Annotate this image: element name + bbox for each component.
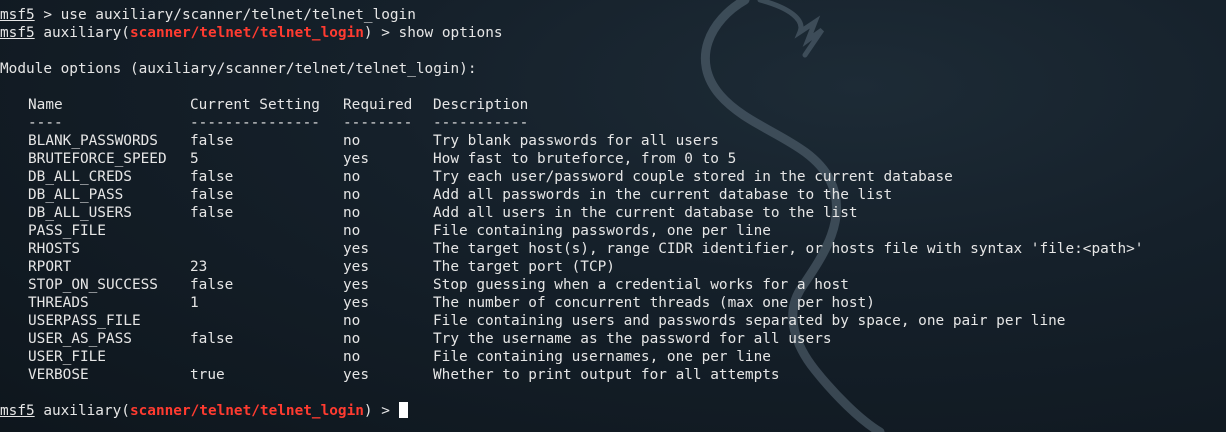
option-name: PASS_FILE [28,223,106,239]
table-row: USERPASS_FILE no File containing users and… [0,312,1226,330]
option-setting: false [190,205,234,221]
table-row: USER_FILE no File containing usernames, on… [0,348,1226,366]
table-row: VERBOSE true yes Whether to print output fo… [0,366,1226,384]
option-description: Whether to print output for all attempts [433,367,780,383]
table-header: Name Current Setting Required Descriptio… [0,96,1226,114]
option-description: Add all passwords in the current databas… [433,187,893,203]
option-setting: false [190,277,234,293]
option-required: yes [343,241,369,257]
option-setting: 5 [190,151,199,167]
option-required: yes [343,259,369,275]
command-input-line[interactable]: msf5 auxiliary(scanner/telnet/telnet_log… [0,402,1226,420]
table-row: THREADS 1 yes The number of concurrent thre… [0,294,1226,312]
option-description: The number of concurrent threads (max on… [433,295,875,311]
option-name: BLANK_PASSWORDS [28,133,158,149]
option-setting: 23 [190,259,208,275]
option-name: DB_ALL_CREDS [28,169,132,185]
option-name: USER_FILE [28,349,106,365]
option-name: BRUTEFORCE_SPEED [28,151,167,167]
msf-prompt: msf5 [0,7,35,23]
option-required: no [343,313,361,329]
text-cursor[interactable] [398,402,408,418]
option-name: DB_ALL_USERS [28,205,132,221]
option-required: no [343,187,361,203]
option-name: RPORT [28,259,72,275]
header-required: Required [343,97,413,113]
option-setting: false [190,133,234,149]
option-description: Try the username as the password for all… [433,331,832,347]
use-command-line: msf5 > use auxiliary/scanner/telnet/teln… [0,6,1226,24]
table-row: USER_AS_PASS false no Try the username as t… [0,330,1226,348]
option-required: yes [343,295,369,311]
option-name: USERPASS_FILE [28,313,141,329]
option-required: no [343,169,361,185]
table-row: DB_ALL_CREDS false no Try each user/passwor… [0,168,1226,186]
option-required: no [343,223,361,239]
msf-prompt: msf5 [0,25,35,41]
table-row: BLANK_PASSWORDS false no Try blank password… [0,132,1226,150]
option-setting: 1 [190,295,199,311]
prompt-context: auxiliary( [34,25,130,41]
module-options-title: Module options (auxiliary/scanner/telnet… [0,61,477,77]
separator-setting: --------------- [190,115,320,131]
option-description: Try each user/password couple stored in … [433,169,953,185]
show-options-text: ) > show options [363,25,503,41]
option-name: USER_AS_PASS [28,331,132,347]
option-name: THREADS [28,295,89,311]
table-row: RHOSTS yes The target host(s), range CIDR … [0,240,1226,258]
terminal-window[interactable]: msf5 > use auxiliary/scanner/telnet/teln… [0,6,1226,432]
header-setting: Current Setting [190,97,320,113]
option-description: The target port (TCP) [433,259,615,275]
option-setting: false [190,331,234,347]
separator-name: ---- [28,115,63,131]
option-description: How fast to bruteforce, from 0 to 5 [433,151,737,167]
table-row: BRUTEFORCE_SPEED 5 yes How fast to brutefor… [0,150,1226,168]
module-name: scanner/telnet/telnet_login [129,25,364,41]
option-required: yes [343,367,369,383]
header-name: Name [28,97,63,113]
table-row: DB_ALL_USERS false no Add all users in the … [0,204,1226,222]
option-required: no [343,349,361,365]
option-description: Try blank passwords for all users [433,133,719,149]
option-description: Stop guessing when a credential works fo… [433,277,849,293]
prompt-suffix: ) > [363,403,399,419]
header-description: Description [433,97,529,113]
show-options-line: msf5 auxiliary(scanner/telnet/telnet_log… [0,24,1226,42]
option-name: VERBOSE [28,367,89,383]
separator-required: -------- [343,115,413,131]
table-separator: ---- --------------- -------- ----------… [0,114,1226,132]
option-description: File containing passwords, one per line [433,223,771,239]
option-required: no [343,331,361,347]
separator-description: ----------- [433,115,529,131]
table-row: STOP_ON_SUCCESS false yes Stop guessing whe… [0,276,1226,294]
option-setting: false [190,187,234,203]
table-row: PASS_FILE no File containing passwords, on… [0,222,1226,240]
table-row: DB_ALL_PASS false no Add all passwords in t… [0,186,1226,204]
use-command-text: > use auxiliary/scanner/telnet/telnet_lo… [34,7,416,23]
table-row: RPORT 23 yes The target port (TCP) [0,258,1226,276]
option-required: yes [343,151,369,167]
option-description: File containing users and passwords sepa… [433,313,1066,329]
option-required: no [343,133,361,149]
msf-prompt: msf5 [0,403,35,419]
prompt-context: auxiliary( [34,403,130,419]
option-setting: true [190,367,225,383]
option-required: no [343,205,361,221]
option-name: STOP_ON_SUCCESS [28,277,158,293]
option-description: File containing usernames, one per line [433,349,771,365]
option-name: RHOSTS [28,241,80,257]
module-name: scanner/telnet/telnet_login [129,403,364,419]
option-name: DB_ALL_PASS [28,187,124,203]
option-description: The target host(s), range CIDR identifie… [433,241,1144,257]
option-setting: false [190,169,234,185]
option-description: Add all users in the current database to… [433,205,858,221]
option-required: yes [343,277,369,293]
